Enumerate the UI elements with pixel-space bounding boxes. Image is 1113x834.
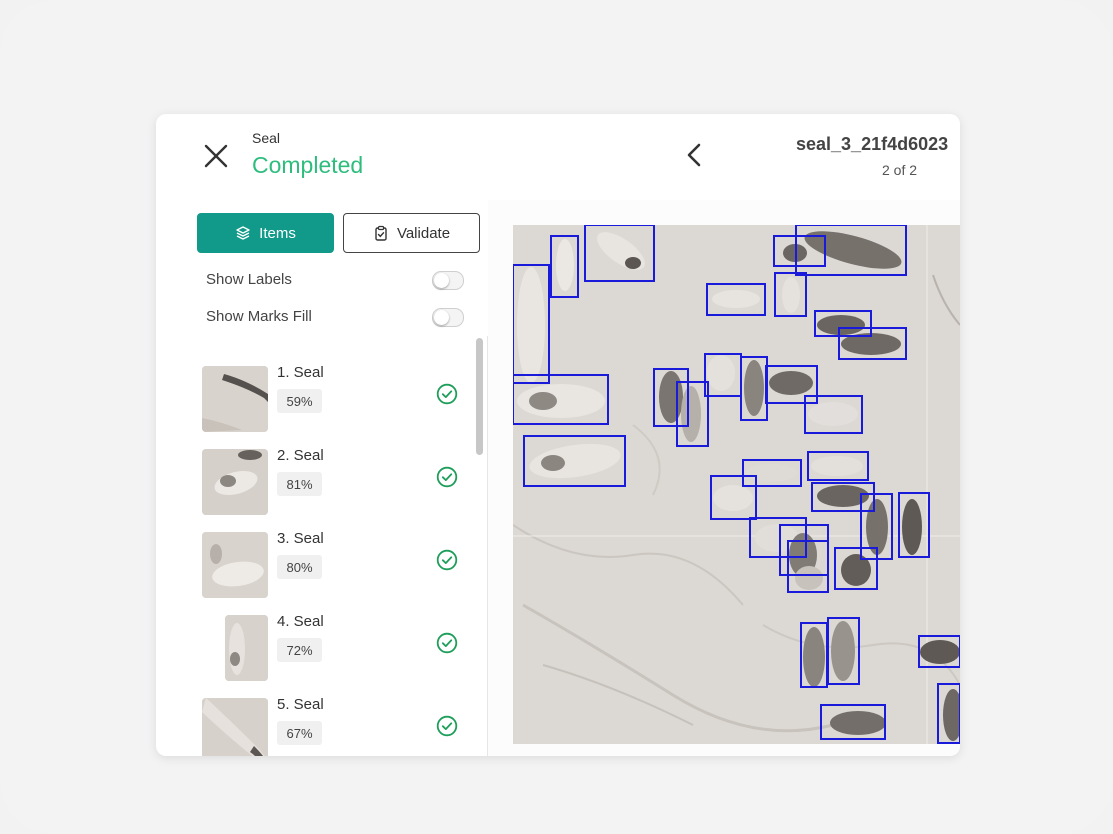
item-thumbnail: [202, 366, 268, 432]
close-button[interactable]: [200, 140, 232, 172]
check-circle-icon: [436, 632, 458, 654]
item-label: 5. Seal: [277, 696, 324, 713]
check-circle-icon: [436, 466, 458, 488]
show-labels-toggle[interactable]: [432, 271, 464, 290]
show-labels-label: Show Labels: [206, 271, 292, 288]
confidence-badge: 67%: [277, 721, 322, 745]
aerial-seal-image: [513, 225, 960, 744]
items-scrollbar-thumb[interactable]: [476, 338, 483, 455]
item-label: 2. Seal: [277, 447, 324, 464]
layers-icon: [236, 226, 250, 240]
project-name: Seal: [252, 130, 281, 146]
show-marks-fill-label: Show Marks Fill: [206, 308, 312, 325]
item-thumbnail: [202, 698, 268, 756]
clipboard-check-icon: [375, 225, 387, 241]
item-label: 1. Seal: [277, 364, 324, 381]
confidence-badge: 72%: [277, 638, 322, 662]
items-tab-label: Items: [259, 224, 296, 242]
confidence-badge: 59%: [277, 389, 322, 413]
chevron-left-icon: [687, 143, 701, 167]
toggle-knob: [434, 310, 449, 325]
close-icon: [204, 144, 228, 168]
status-label: Completed: [252, 152, 364, 178]
toggle-knob: [434, 273, 449, 288]
annotation-review-panel: Seal Completed seal_3_21f4d6023 2 of 2 I…: [156, 114, 960, 756]
confidence-badge: 81%: [277, 472, 322, 496]
panel-divider: [487, 336, 488, 756]
show-marks-fill-toggle[interactable]: [432, 308, 464, 327]
page-indicator: 2 of 2: [882, 162, 918, 178]
confidence-badge: 80%: [277, 555, 322, 579]
item-label: 4. Seal: [277, 613, 324, 630]
list-item[interactable]: 5. Seal 67%: [190, 690, 472, 756]
items-list: 1. Seal 59% 2. Seal 81% 3. Seal 80% 4. S…: [190, 336, 472, 756]
list-item[interactable]: 4. Seal 72%: [190, 607, 472, 690]
check-circle-icon: [436, 549, 458, 571]
list-item[interactable]: 2. Seal 81%: [190, 441, 472, 524]
annotation-canvas[interactable]: [513, 225, 960, 744]
validate-tab-label: Validate: [396, 224, 451, 242]
item-label: 3. Seal: [277, 530, 324, 547]
item-thumbnail: [225, 615, 268, 681]
check-circle-icon: [436, 715, 458, 737]
item-thumbnail: [202, 449, 268, 515]
image-file-name: seal_3_21f4d6023: [796, 134, 949, 154]
check-circle-icon: [436, 383, 458, 405]
item-thumbnail: [202, 532, 268, 598]
list-item[interactable]: 1. Seal 59%: [190, 358, 472, 441]
items-tab-button[interactable]: Items: [197, 213, 334, 253]
validate-tab-button[interactable]: Validate: [343, 213, 480, 253]
previous-image-button[interactable]: [680, 140, 708, 170]
list-item[interactable]: 3. Seal 80%: [190, 524, 472, 607]
